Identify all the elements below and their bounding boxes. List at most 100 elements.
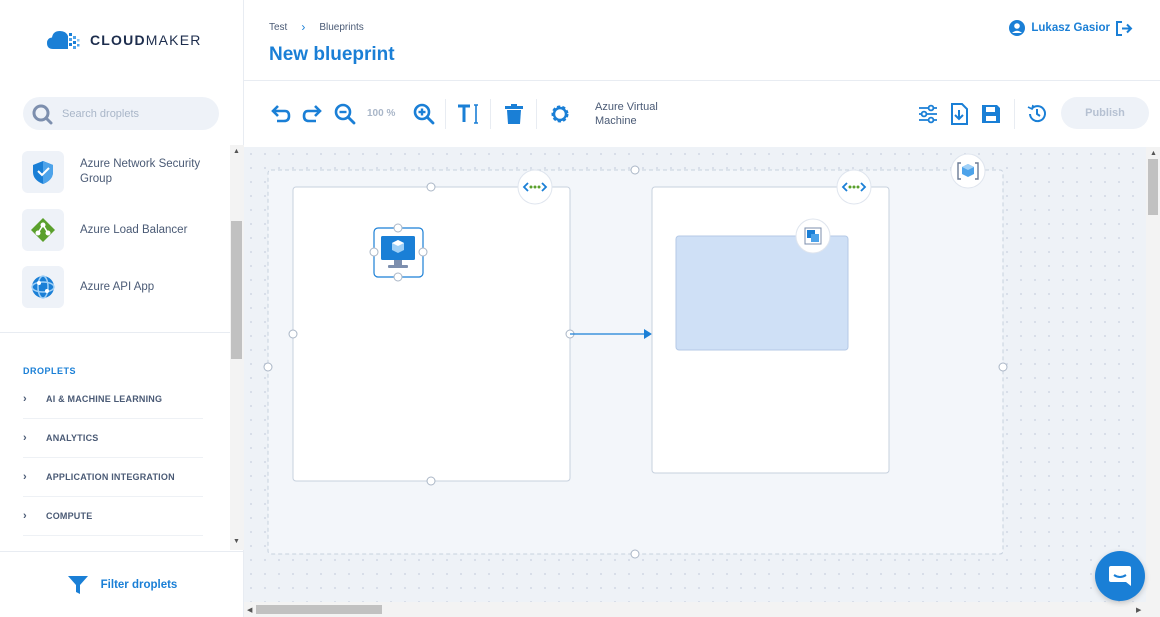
settings-icon [551, 105, 569, 123]
delete-button[interactable] [500, 100, 528, 128]
resize-handle[interactable] [393, 272, 403, 282]
breadcrumb-item[interactable]: Test [269, 22, 287, 33]
subnet-node[interactable] [675, 218, 849, 351]
droplets-heading: DROPLETS [23, 366, 77, 376]
download-button[interactable] [945, 100, 973, 128]
sliders-icon [919, 104, 937, 124]
virtual-machine-node[interactable] [369, 223, 428, 282]
resource-group-badge-icon[interactable] [950, 153, 986, 189]
load-balancer-icon [22, 209, 64, 251]
resize-handle[interactable] [426, 182, 436, 192]
toolbar: 100 % Azure Virtual Machine Publish [244, 81, 1160, 147]
droplet-label: Azure Network Security Group [80, 158, 201, 185]
user-name: Lukasz Gasior [1031, 22, 1110, 34]
chat-support-button[interactable] [1095, 551, 1145, 601]
publish-button[interactable]: Publish [1061, 97, 1149, 129]
category-application-integration[interactable]: › APPLICATION INTEGRATION [23, 458, 203, 497]
search-input[interactable]: Search droplets [23, 97, 219, 130]
resize-handle[interactable] [998, 362, 1008, 372]
text-tool-button[interactable] [454, 100, 482, 128]
resize-handle[interactable] [630, 165, 640, 175]
history-button[interactable] [1023, 100, 1051, 128]
virtual-network-right[interactable] [651, 169, 890, 474]
zoom-out-icon [334, 103, 356, 125]
search-icon [32, 104, 53, 124]
resize-handle[interactable] [288, 329, 298, 339]
text-icon [458, 104, 478, 124]
resize-handle[interactable] [630, 549, 640, 559]
search-placeholder: Search droplets [62, 107, 140, 120]
blueprint-canvas[interactable] [244, 147, 1146, 602]
scroll-up-arrow-icon[interactable]: ▲ [1150, 150, 1157, 157]
properties-button[interactable] [914, 100, 942, 128]
app: CLOUDMAKER Search droplets Azure Network… [0, 0, 1160, 617]
trash-icon [505, 104, 523, 124]
user-avatar-icon [1009, 20, 1026, 36]
vnet-badge-icon[interactable] [517, 169, 553, 205]
zoom-out-button[interactable] [331, 100, 359, 128]
category-analytics[interactable]: › ANALYTICS [23, 419, 203, 458]
save-icon [982, 105, 1000, 123]
scrollbar-thumb[interactable] [1148, 159, 1158, 215]
brand-name: CLOUDMAKER [90, 32, 202, 48]
redo-button[interactable] [299, 100, 327, 128]
zoom-level: 100 % [367, 108, 396, 119]
chevron-right-icon: › [23, 510, 27, 522]
sidebar: CLOUDMAKER Search droplets Azure Network… [0, 0, 244, 617]
logout-icon[interactable] [1116, 20, 1133, 36]
droplet-label: Azure Load Balancer [80, 223, 188, 236]
network-security-group-icon [22, 151, 64, 193]
droplet-label: Azure API App [80, 280, 155, 293]
sidebar-scrollbar[interactable]: ▲ ▼ [230, 145, 244, 550]
chevron-right-icon: › [301, 20, 306, 34]
save-button[interactable] [977, 100, 1005, 128]
toolbar-separator [1014, 99, 1015, 129]
resize-handle[interactable] [426, 476, 436, 486]
droplet-item-network-security-group[interactable]: Azure Network Security Group [22, 151, 222, 193]
scroll-right-arrow-icon[interactable]: ▶ [1136, 606, 1141, 614]
category-compute[interactable]: › COMPUTE [23, 497, 203, 536]
droplet-item-api-app[interactable]: Azure API App [22, 266, 222, 308]
filter-label: Filter droplets [100, 578, 178, 591]
api-app-icon [22, 266, 64, 308]
download-icon [951, 103, 968, 125]
scroll-left-arrow-icon[interactable]: ◀ [247, 606, 252, 614]
settings-button[interactable] [546, 100, 574, 128]
chevron-right-icon: › [23, 471, 27, 483]
zoom-in-icon [413, 103, 435, 125]
subnet-badge-icon[interactable] [795, 218, 831, 254]
vnet-badge-icon[interactable] [836, 169, 872, 205]
toolbar-separator [490, 99, 491, 129]
scrollbar-corner [1146, 602, 1160, 617]
resize-handle[interactable] [369, 247, 379, 257]
scrollbar-thumb[interactable] [256, 605, 382, 614]
breadcrumb: Test › Blueprints [269, 20, 364, 34]
selected-element-name: Azure Virtual Machine [595, 101, 658, 127]
brand-logo[interactable]: CLOUDMAKER [46, 28, 202, 52]
redo-icon [302, 105, 322, 123]
resize-handle[interactable] [263, 362, 273, 372]
toolbar-separator [445, 99, 446, 129]
toolbar-separator [536, 99, 537, 129]
zoom-in-button[interactable] [410, 100, 438, 128]
undo-button[interactable] [266, 100, 294, 128]
user-menu[interactable]: Lukasz Gasior [1009, 20, 1133, 36]
chevron-right-icon: › [23, 432, 27, 444]
breadcrumb-item[interactable]: Blueprints [319, 22, 363, 33]
history-icon [1027, 104, 1046, 123]
cloud-logo-icon [47, 31, 80, 49]
undo-icon [271, 105, 291, 123]
scrollbar-thumb[interactable] [231, 221, 242, 359]
resize-handle[interactable] [393, 223, 403, 233]
resize-handle[interactable] [418, 247, 428, 257]
category-ai-machine-learning[interactable]: › AI & MACHINE LEARNING [23, 380, 203, 419]
filter-droplets-button[interactable]: Filter droplets [0, 551, 244, 617]
scroll-up-arrow-icon[interactable]: ▲ [233, 148, 240, 155]
virtual-network-left[interactable] [288, 169, 575, 486]
droplet-item-load-balancer[interactable]: Azure Load Balancer [22, 209, 222, 251]
scroll-down-arrow-icon[interactable]: ▼ [233, 538, 240, 545]
canvas-horizontal-scrollbar[interactable]: ◀ ▶ [244, 602, 1146, 617]
page-title: New blueprint [269, 44, 395, 65]
canvas-vertical-scrollbar[interactable]: ▲ [1146, 147, 1160, 602]
diagram[interactable] [244, 147, 1146, 602]
